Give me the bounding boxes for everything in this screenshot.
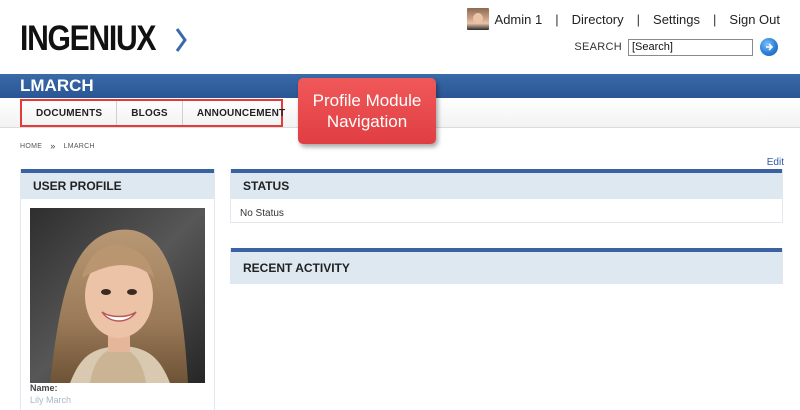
logo-text: INGENIUX (20, 18, 156, 58)
nav-separator: | (555, 11, 559, 27)
edit-link[interactable]: Edit (767, 157, 784, 168)
recent-activity-heading: RECENT ACTIVITY (231, 248, 782, 284)
profile-name-label: Name: (30, 383, 58, 393)
nav-separator: | (713, 11, 717, 27)
callout-line-1: Profile Module (312, 91, 422, 110)
status-heading: STATUS (231, 169, 782, 199)
nav-item-blogs[interactable]: BLOGS (117, 101, 183, 125)
search-bar: SEARCH (574, 38, 778, 56)
ingeniux-logo[interactable]: INGENIUX (20, 18, 188, 58)
recent-activity-panel: RECENT ACTIVITY (230, 248, 783, 284)
site-header: INGENIUX Admin 1 | Directory | Settings … (0, 0, 800, 74)
status-text: No Status (240, 208, 284, 219)
user-profile-heading: USER PROFILE (21, 169, 214, 199)
user-name-link[interactable]: Admin 1 (495, 12, 543, 27)
top-navigation: Admin 1 | Directory | Settings | Sign Ou… (466, 8, 780, 30)
user-avatar[interactable] (466, 8, 489, 30)
nav-separator: | (636, 11, 641, 27)
annotation-callout: Profile Module Navigation (298, 78, 436, 144)
profile-photo (30, 208, 205, 383)
profile-nav-highlight: DOCUMENTS BLOGS ANNOUNCEMENT (20, 99, 285, 127)
profile-name-value: Lily March (30, 395, 72, 405)
search-input[interactable] (628, 38, 753, 56)
breadcrumb-current: LMARCH (63, 142, 95, 150)
search-go-icon[interactable] (760, 38, 778, 56)
user-profile-panel: USER PROFILE Name: Lily March (20, 169, 215, 410)
sign-out-link[interactable]: Sign Out (729, 12, 780, 27)
profile-photo-image (30, 208, 205, 383)
breadcrumb-home[interactable]: HOME (20, 143, 42, 150)
arrow-right-icon (766, 43, 774, 51)
nav-item-documents[interactable]: DOCUMENTS (22, 101, 118, 125)
nav-item-announcement[interactable]: ANNOUNCEMENT (183, 101, 300, 125)
logo-mark-icon (175, 28, 188, 52)
directory-link[interactable]: Directory (572, 12, 624, 27)
search-label: SEARCH (574, 41, 622, 53)
callout-line-2: Navigation (326, 112, 408, 131)
profile-title: LMARCH (20, 76, 94, 95)
settings-link[interactable]: Settings (653, 12, 700, 27)
status-panel: STATUS No Status (230, 169, 783, 223)
breadcrumb-separator-icon: » (50, 141, 56, 151)
breadcrumb: HOME » LMARCH (20, 141, 95, 151)
